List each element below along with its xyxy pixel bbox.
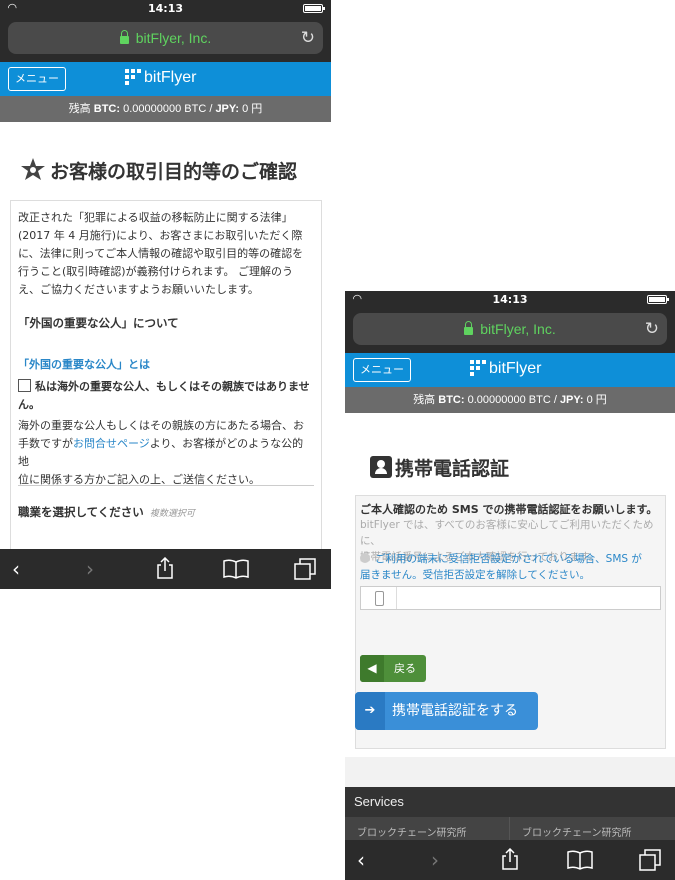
- balance-btc-value: 0.00000000 BTC /: [120, 103, 216, 115]
- page-title: お客様の取引目的等のご確認: [20, 157, 297, 184]
- battery-icon: [303, 4, 325, 13]
- services-heading: Services: [345, 787, 675, 817]
- balance-btc-label: BTC:: [438, 394, 465, 406]
- balance-bar: 残高 BTC: 0.00000000 BTC / JPY: 0 円: [345, 387, 675, 413]
- status-time: 14:13: [147, 2, 183, 15]
- lock-icon: [119, 30, 129, 44]
- pep-checkbox[interactable]: [18, 379, 31, 392]
- mobile-phone-icon: [361, 587, 397, 609]
- share-icon[interactable]: [500, 848, 520, 870]
- verification-heading: ご本人確認のため SMS での携帯電話認証をお願いします。: [360, 503, 658, 516]
- bitflyer-logo-icon: [125, 69, 141, 85]
- url-text: bitFlyer, Inc.: [135, 30, 212, 46]
- reload-icon[interactable]: ↻: [301, 22, 315, 54]
- arrow-left-icon: ◀: [360, 655, 384, 682]
- badge-star-icon: [21, 158, 45, 180]
- url-field[interactable]: bitFlyer, Inc. ↻: [8, 22, 323, 54]
- balance-jpy-label: JPY:: [215, 103, 240, 115]
- phone-screen-sms-verification: ◠ 14:13 bitFlyer, Inc. ↻ メニュー bitFlyer 残…: [345, 291, 675, 880]
- battery-icon: [647, 295, 669, 304]
- chevron-right-icon[interactable]: ›: [86, 557, 94, 581]
- balance-jpy-value: 0 円: [583, 394, 607, 406]
- url-text: bitFlyer, Inc.: [480, 321, 556, 337]
- chevron-right-icon[interactable]: ›: [431, 848, 439, 872]
- submit-button-label: 携帯電話認証をする: [392, 703, 518, 719]
- browser-address-bar: bitFlyer, Inc. ↻: [0, 18, 331, 62]
- pep-link-row: 「外国の重要な公人」とは: [18, 356, 314, 374]
- back-button-label: 戻る: [394, 662, 416, 675]
- page-title: 携帯電話認証: [370, 454, 509, 481]
- tabs-icon[interactable]: [294, 558, 316, 580]
- balance-btc-label: BTC:: [93, 103, 121, 115]
- services-link[interactable]: ブロックチェーン研究所: [345, 817, 510, 841]
- pep-note: 海外の重要な公人もしくはその親族の方にあたる場合、お 手数ですがお問合せページよ…: [18, 417, 314, 489]
- footer-spacer: [345, 757, 675, 787]
- description-line: bitFlyer では、すべてのお客様に安心してご利用いただくために、: [360, 519, 654, 547]
- occupation-note: 複数選択可: [149, 509, 195, 519]
- book-icon[interactable]: [223, 559, 249, 579]
- balance-btc-value: 0.00000000 BTC /: [464, 394, 560, 406]
- pep-note-line: 位に関係する方かご記入の上、ご送信ください。: [18, 473, 260, 486]
- reload-icon[interactable]: ↻: [645, 313, 659, 345]
- arrow-right-icon: ➔: [355, 692, 385, 730]
- menu-button[interactable]: メニュー: [8, 67, 66, 91]
- page-title-text: 携帯電話認証: [395, 458, 510, 480]
- contact-page-link[interactable]: お問合せページ: [73, 437, 150, 450]
- pep-checkbox-label-cont: ん。: [18, 398, 40, 411]
- pep-note-line: 海外の重要な公人もしくはその親族の方にあたる場合、お: [18, 419, 304, 432]
- balance-jpy-value: 0 円: [239, 103, 263, 115]
- section-heading: 「外国の重要な公人」について: [18, 316, 179, 330]
- sms-block-notice: ご利用の端末に受信拒否設定がされている場合、SMS が 届きません。受信拒否設定…: [360, 551, 662, 583]
- occupation-label: 職業を選択してください 複数選択可: [18, 504, 195, 520]
- pep-checkbox-label: 私は海外の重要な公人、もしくはその親族ではありませ: [35, 380, 310, 393]
- pep-note-text: 手数ですが: [18, 437, 73, 450]
- logo-text: bitFlyer: [144, 69, 197, 86]
- bitflyer-logo[interactable]: bitFlyer: [470, 360, 541, 378]
- site-header: メニュー bitFlyer: [0, 62, 331, 96]
- phone-number-input[interactable]: [360, 586, 661, 610]
- balance-bar: 残高 BTC: 0.00000000 BTC / JPY: 0 円: [0, 96, 331, 122]
- share-icon[interactable]: [155, 557, 175, 579]
- browser-toolbar: ‹ ›: [345, 840, 675, 880]
- browser-address-bar: bitFlyer, Inc. ↻: [345, 309, 675, 353]
- intro-text: 改正された「犯罪による収益の移転防止に関する法律」 (2017 年 4 月施行)…: [18, 209, 314, 299]
- intro-line: に、法律に則ってご本人情報の確認や取引目的等の確認を: [18, 247, 304, 260]
- phone-screen-transaction-purpose: ◠ 14:13 bitFlyer, Inc. ↻ メニュー bitFlyer 残…: [0, 0, 331, 589]
- chevron-left-icon[interactable]: ‹: [357, 848, 365, 872]
- intro-line: 改正された「犯罪による収益の移転防止に関する法律」: [18, 211, 293, 224]
- tabs-icon[interactable]: [639, 849, 661, 871]
- check-circle-icon: [360, 553, 370, 563]
- page-title-text: お客様の取引目的等のご確認: [50, 161, 298, 183]
- submit-sms-verification-button[interactable]: ➔ 携帯電話認証をする: [355, 692, 538, 730]
- balance-jpy-label: JPY:: [559, 394, 584, 406]
- chevron-left-icon[interactable]: ‹: [12, 557, 20, 581]
- url-field[interactable]: bitFlyer, Inc. ↻: [353, 313, 667, 345]
- notice-line: 届きません。受信拒否設定を解除してください。: [360, 569, 591, 581]
- notice-line: ご利用の端末に受信拒否設定がされている場合、SMS が: [375, 553, 642, 565]
- menu-button[interactable]: メニュー: [353, 358, 411, 382]
- bitflyer-logo[interactable]: bitFlyer: [125, 69, 196, 87]
- browser-toolbar: ‹ ›: [0, 549, 331, 589]
- balance-prefix: 残高: [413, 394, 439, 406]
- bitflyer-logo-icon: [470, 360, 486, 376]
- pep-info-link[interactable]: 「外国の重要な公人」とは: [18, 358, 150, 371]
- intro-line: 行うこと(取引時確認)が義務付けられます。 ご理解のう: [18, 265, 293, 278]
- book-icon[interactable]: [567, 850, 593, 870]
- status-bar: ◠ 14:13: [345, 291, 675, 309]
- services-link[interactable]: ブロックチェーン研究所: [510, 817, 675, 841]
- site-header: メニュー bitFlyer: [345, 353, 675, 387]
- pep-checkbox-row[interactable]: 私は海外の重要な公人、もしくはその親族ではありませ ん。: [18, 378, 314, 414]
- divider: [18, 485, 314, 486]
- lock-icon: [464, 321, 474, 335]
- services-links: ブロックチェーン研究所 ブロックチェーン研究所: [345, 817, 675, 841]
- intro-line: え、ご協力くださいますようお願いいたします。: [18, 283, 259, 296]
- back-button[interactable]: ◀ 戻る: [360, 655, 426, 682]
- intro-line: (2017 年 4 月施行)により、お客さまにお取引いただく際: [18, 229, 303, 242]
- status-time: 14:13: [492, 293, 528, 306]
- occupation-label-text: 職業を選択してください: [18, 505, 144, 519]
- balance-prefix: 残高: [68, 103, 94, 115]
- logo-text: bitFlyer: [489, 360, 542, 377]
- id-card-icon: [370, 456, 392, 478]
- status-bar: ◠ 14:13: [0, 0, 331, 18]
